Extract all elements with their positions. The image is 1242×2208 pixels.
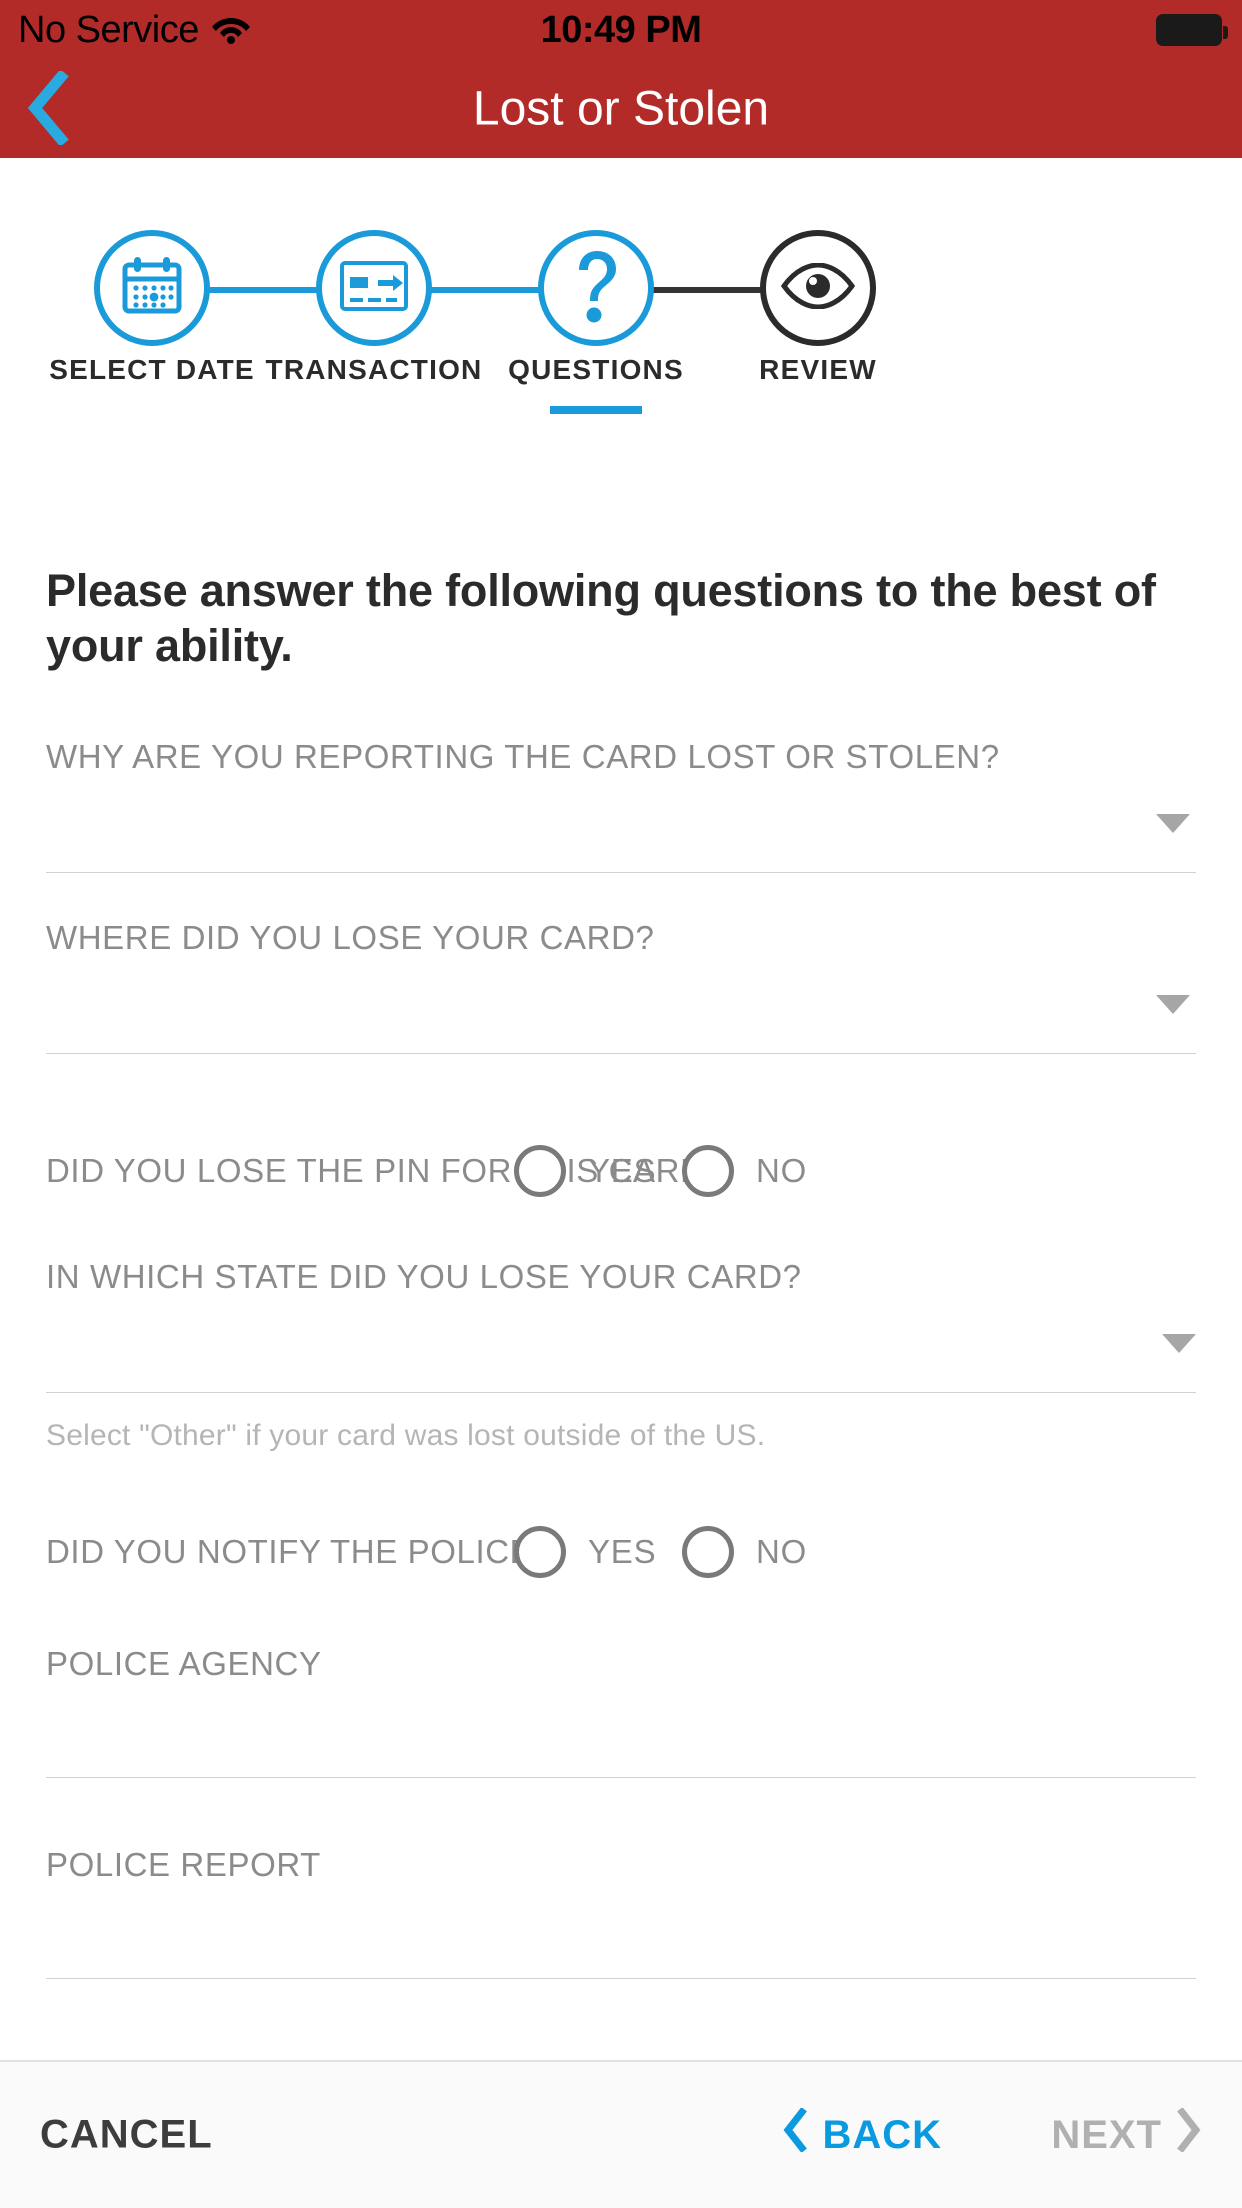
progress-stepper: SELECT DATE TRANSACTION QUESTIONS REVIEW: [0, 158, 1242, 518]
step-node-transaction[interactable]: [316, 230, 432, 346]
chevron-down-icon: [1162, 1333, 1196, 1353]
radio-pin-yes[interactable]: YES: [514, 1144, 657, 1197]
field-state-select[interactable]: [46, 1296, 1196, 1392]
radio-pin-yes-label: YES: [588, 1151, 657, 1189]
next-nav-label: NEXT: [1051, 2112, 1162, 2157]
field-next-radio-group-partial: [46, 2051, 1196, 2060]
radio-police-yes-label: YES: [588, 1532, 657, 1570]
bottom-toolbar: CANCEL BACK NEXT: [0, 2060, 1242, 2208]
cancel-button[interactable]: CANCEL: [40, 2113, 213, 2158]
card-transfer-icon: [339, 259, 409, 318]
nav-bar: Lost or Stolen: [0, 60, 1242, 158]
field-where-label: WHERE DID YOU LOSE YOUR CARD?: [46, 918, 655, 956]
field-police-agency-input[interactable]: [46, 1683, 1196, 1777]
field-where-select[interactable]: [46, 957, 1196, 1053]
next-nav-button[interactable]: NEXT: [1051, 2107, 1202, 2162]
questions-form: Please answer the following questions to…: [0, 500, 1242, 2060]
radio-police-yes[interactable]: YES: [514, 1525, 657, 1578]
field-police-report-input[interactable]: [46, 1884, 1196, 1978]
field-police-label: DID YOU NOTIFY THE POLICE?: [46, 1532, 552, 1570]
field-police-report-label: POLICE REPORT: [46, 1845, 321, 1883]
page-title: Lost or Stolen: [472, 82, 770, 136]
radio-police-no[interactable]: NO: [682, 1525, 808, 1578]
status-time: 10:49 PM: [540, 8, 702, 51]
battery-full-icon: [1156, 14, 1228, 46]
radio-circle-icon: [682, 1144, 734, 1197]
field-police-report-underline: [46, 1977, 1196, 1979]
stepper-nodes: [0, 230, 1242, 348]
eye-icon: [780, 261, 856, 314]
field-police-agency: POLICE AGENCY: [46, 1645, 1196, 1778]
field-where-underline: [46, 1052, 1196, 1054]
field-reason-select[interactable]: [46, 776, 1196, 872]
field-pin-radio-group: DID YOU LOSE THE PIN FOR THIS CARD? YES …: [46, 1128, 1196, 1214]
form-heading: Please answer the following questions to…: [46, 565, 1156, 671]
field-where: WHERE DID YOU LOSE YOUR CARD?: [46, 919, 1196, 1054]
field-police-agency-underline: [46, 1776, 1196, 1778]
radio-circle-icon: [682, 1525, 734, 1578]
active-step-indicator: [550, 406, 642, 414]
status-bar: No Service 10:49 PM: [0, 0, 1242, 60]
back-nav-label: BACK: [822, 2112, 942, 2157]
chevron-down-icon: [1156, 994, 1190, 1014]
field-police-radio-group: DID YOU NOTIFY THE POLICE? YES NO: [46, 1509, 1196, 1595]
field-reason-underline: [46, 871, 1196, 873]
radio-pin-no-label: NO: [756, 1151, 808, 1189]
radio-police-no-label: NO: [756, 1532, 808, 1570]
status-bar-right: [1156, 14, 1228, 46]
calendar-icon: [119, 253, 185, 324]
radio-pin-no[interactable]: NO: [682, 1144, 808, 1197]
chevron-down-icon: [1156, 813, 1190, 833]
radio-circle-icon: [514, 1144, 566, 1197]
chevron-left-icon: [782, 2107, 808, 2162]
question-mark-icon: [568, 248, 624, 329]
radio-circle-icon: [514, 1525, 566, 1578]
app-root: No Service 10:49 PM Lost or Stolen SELEC…: [0, 0, 1242, 2208]
back-nav-button[interactable]: BACK: [782, 2107, 942, 2162]
step-node-select-date[interactable]: [94, 230, 210, 346]
field-police-report: POLICE REPORT: [46, 1846, 1196, 1979]
field-state-helper-text: Select "Other" if your card was lost out…: [46, 1418, 766, 1452]
field-reason: WHY ARE YOU REPORTING THE CARD LOST OR S…: [46, 738, 1196, 873]
field-police-agency-label: POLICE AGENCY: [46, 1644, 322, 1682]
field-reason-label: WHY ARE YOU REPORTING THE CARD LOST OR S…: [46, 737, 1000, 775]
field-state-label: IN WHICH STATE DID YOU LOSE YOUR CARD?: [46, 1257, 802, 1295]
chevron-right-icon: [1176, 2107, 1202, 2162]
step-node-questions[interactable]: [538, 230, 654, 346]
step-node-review[interactable]: [760, 230, 876, 346]
field-state: IN WHICH STATE DID YOU LOSE YOUR CARD? S…: [46, 1258, 1196, 1453]
step-label-review: REVIEW: [759, 354, 877, 385]
